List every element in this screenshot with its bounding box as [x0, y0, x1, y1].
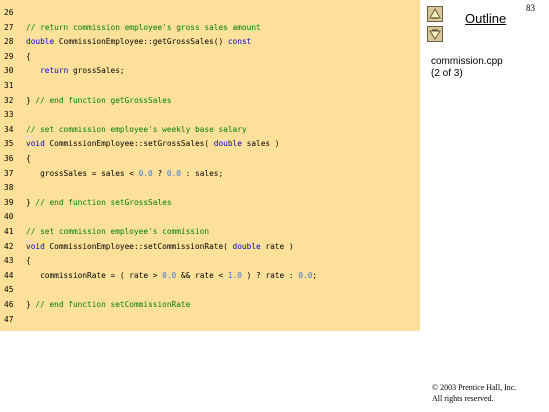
code-token: CommissionEmployee::setCommissionRate(: [44, 241, 233, 251]
line-number: 35: [4, 139, 14, 149]
line-number: 37: [4, 168, 14, 178]
code-token: ?: [152, 168, 167, 178]
line-number: 28: [4, 37, 14, 47]
line-number: 41: [4, 227, 14, 236]
code-text: {: [26, 49, 31, 64]
triangle-down-icon: [429, 29, 441, 40]
code-keyword: void: [26, 241, 45, 251]
code-text: } // end function getGrossSales: [26, 93, 172, 108]
line-number: 31: [4, 81, 14, 90]
code-text: commissionRate = ( rate > 0.0 && rate < …: [26, 268, 317, 283]
code-text: // set commission employee's weekly base…: [26, 122, 247, 137]
line-number: 29: [4, 51, 14, 61]
copyright-line-1: © 2003 Prentice Hall, Inc.: [432, 383, 517, 392]
code-text: void CommissionEmployee::setGrossSales( …: [26, 136, 280, 151]
code-keyword: double: [213, 139, 242, 149]
code-token: {: [26, 154, 31, 163]
file-label: commission.cpp (2 of 3): [431, 56, 503, 80]
code-number: 0.0: [166, 168, 181, 178]
line-number: 39: [4, 197, 14, 207]
line-number: 40: [4, 212, 14, 222]
code-text: } // end function setCommissionRate: [26, 297, 190, 312]
code-number: 0.0: [298, 270, 313, 280]
code-text: // set commission employee's commission: [26, 224, 209, 239]
code-token: ) ? rate :: [241, 270, 299, 280]
code-token: }: [26, 300, 36, 309]
code-token: }: [26, 95, 36, 105]
line-number: 43: [4, 256, 14, 266]
code-text: return grossSales;: [26, 63, 125, 78]
code-text: } // end function setGrossSales: [26, 195, 172, 210]
code-comment: // set commission employee's weekly base…: [26, 124, 247, 134]
code-token: && rate <: [176, 270, 228, 280]
line-number: 42: [4, 241, 14, 251]
code-token: : sales;: [180, 168, 224, 178]
next-slide-button[interactable]: [427, 26, 443, 42]
line-number: 47: [4, 314, 14, 324]
line-number: 26: [4, 8, 14, 17]
code-text: double CommissionEmployee::getGrossSales…: [26, 34, 251, 49]
code-keyword: void: [26, 139, 45, 149]
code-token: CommissionEmployee::getGrossSales(): [54, 37, 228, 47]
line-number: 27: [4, 22, 14, 32]
line-number: 34: [4, 124, 14, 134]
code-number: 1.0: [227, 270, 242, 280]
code-text: void CommissionEmployee::setCommissionRa…: [26, 239, 294, 254]
code-token: rate ): [260, 241, 294, 251]
code-token: CommissionEmployee::setGrossSales(: [44, 139, 214, 149]
code-text: // return commission employee's gross sa…: [26, 20, 261, 35]
code-token: ;: [312, 270, 318, 280]
triangle-up-icon: [429, 8, 441, 19]
line-number: 33: [4, 110, 14, 120]
code-comment: // end function setCommissionRate: [35, 300, 191, 309]
code-keyword: return: [40, 66, 69, 76]
code-token: }: [26, 197, 36, 207]
line-number: 32: [4, 95, 14, 105]
code-token: grossSales;: [68, 66, 125, 76]
line-number: 45: [4, 285, 14, 295]
line-number: 46: [4, 300, 14, 309]
previous-slide-button[interactable]: [427, 6, 443, 22]
code-keyword: double: [232, 241, 261, 251]
line-number: 30: [4, 66, 14, 76]
code-comment: // return commission employee's gross sa…: [26, 22, 261, 32]
code-number: 0.0: [138, 168, 153, 178]
line-number: 44: [4, 270, 14, 280]
code-text: {: [26, 253, 31, 268]
line-number: 38: [4, 183, 14, 193]
code-token: {: [26, 256, 31, 266]
code-keyword: double: [26, 37, 55, 47]
code-token: commissionRate = ( rate >: [26, 270, 163, 280]
line-number: 36: [4, 154, 14, 163]
code-token: {: [26, 51, 31, 61]
code-comment: // end function getGrossSales: [35, 95, 172, 105]
code-text: {: [26, 151, 31, 166]
code-comment: // end function setGrossSales: [35, 197, 172, 207]
code-token: sales ): [241, 139, 280, 149]
file-name: commission.cpp: [431, 56, 503, 67]
copyright-line-2: All rights reserved.: [432, 394, 494, 403]
copyright-notice: © 2003 Prentice Hall, Inc. All rights re…: [432, 382, 516, 404]
page-number: 83: [526, 3, 535, 13]
code-text: grossSales = sales < 0.0 ? 0.0 : sales;: [26, 166, 223, 181]
code-keyword: const: [227, 37, 252, 47]
code-comment: // set commission employee's commission: [26, 227, 210, 236]
page-info: (2 of 3): [431, 68, 463, 79]
outline-link[interactable]: Outline: [465, 11, 506, 26]
code-token: grossSales = sales <: [26, 168, 139, 178]
code-panel: 26 27 // return commission employee's gros…: [0, 0, 420, 331]
code-number: 0.0: [162, 270, 177, 280]
